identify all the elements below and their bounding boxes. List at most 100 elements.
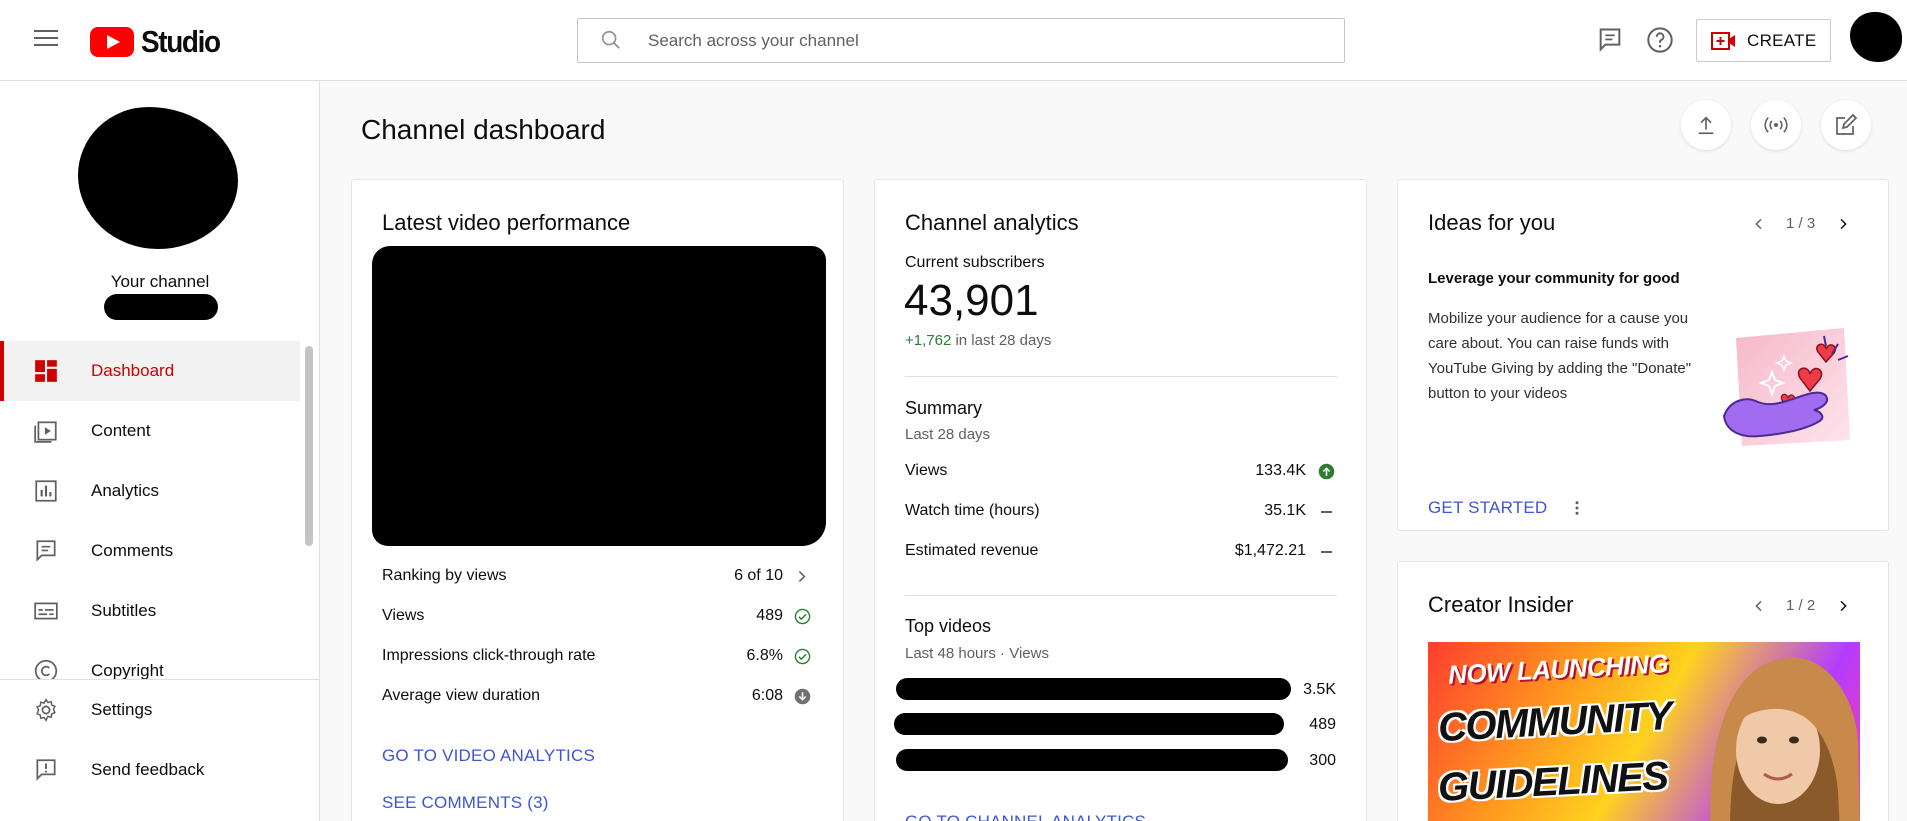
top-video-title-redacted[interactable]: [896, 678, 1291, 700]
idea-body: Mobilize your audience for a cause you c…: [1428, 310, 1692, 402]
arrow-down-circle-icon: [794, 688, 811, 705]
upload-icon: [1698, 116, 1714, 135]
top-videos-period: Last 48 hours · Views: [905, 645, 1049, 662]
upload-button[interactable]: [1681, 100, 1731, 150]
sidebar: Your channel Dashboard Content Analytics…: [0, 81, 320, 821]
summary-views-value: 133.4K: [1255, 462, 1306, 479]
sidebar-item-subtitles[interactable]: Subtitles: [0, 581, 300, 641]
arrow-up-circle-icon: [1318, 463, 1335, 480]
sidebar-item-dashboard[interactable]: Dashboard: [0, 341, 300, 401]
insider-pager: 1 / 2: [1786, 597, 1816, 614]
sidebar-item-label: Comments: [91, 541, 174, 560]
search-input[interactable]: [648, 19, 1328, 62]
top-video-views: 489: [1309, 716, 1336, 733]
youtube-play-icon: [90, 27, 134, 57]
video-thumbnail-redacted[interactable]: [372, 246, 826, 546]
chevron-left-icon[interactable]: [1751, 598, 1767, 614]
gear-icon: [36, 698, 56, 722]
analytics-icon: [35, 480, 57, 502]
edit-post-icon: [1836, 113, 1858, 135]
summary-watch-time-label: Watch time (hours): [905, 502, 1040, 519]
divider: [905, 595, 1337, 596]
subscribers-delta: +1,762 in last 28 days: [905, 332, 1051, 349]
sidebar-item-label: Dashboard: [91, 361, 175, 380]
thumbnail-text-3: GUIDELINES: [1436, 754, 1669, 810]
logo-text: Studio: [141, 24, 221, 59]
check-circle-icon: [794, 608, 811, 625]
chevron-right-icon[interactable]: [1835, 216, 1851, 232]
ctr-label: Impressions click-through rate: [382, 647, 596, 664]
more-options-icon[interactable]: [1568, 498, 1586, 518]
chevron-right-icon[interactable]: [1835, 598, 1851, 614]
ranking-label: Ranking by views: [382, 567, 507, 584]
no-change-dash-icon: [1321, 511, 1332, 513]
avg-duration-label: Average view duration: [382, 687, 541, 704]
sidebar-item-label: Analytics: [91, 481, 160, 500]
channel-label: Your channel: [110, 272, 210, 291]
summary-revenue-label: Estimated revenue: [905, 542, 1039, 559]
card-title: Ideas for you: [1428, 210, 1556, 235]
channel-avatar[interactable]: [78, 107, 238, 249]
subscribers-delta-value: +1,762: [905, 332, 952, 349]
ranking-value: 6 of 10: [734, 567, 783, 584]
subscribers-count: 43,901: [904, 276, 1039, 325]
search-icon: [601, 30, 620, 49]
messages-icon[interactable]: [1596, 26, 1624, 54]
live-broadcast-icon: [1764, 117, 1788, 133]
views-label: Views: [382, 607, 425, 624]
top-video-views: 3.5K: [1303, 681, 1336, 698]
sidebar-scrollbar[interactable]: [305, 346, 313, 546]
go-to-video-analytics-link[interactable]: GO TO VIDEO ANALYTICS: [382, 746, 595, 766]
sidebar-item-label: Content: [91, 421, 151, 440]
go-to-channel-analytics-link[interactable]: GO TO CHANNEL ANALYTICS: [905, 812, 1146, 821]
chevron-right-icon[interactable]: [793, 568, 810, 585]
creator-insider-thumbnail[interactable]: NOW LAUNCHING COMMUNITY GUIDELINES: [1428, 642, 1860, 821]
check-circle-icon: [794, 648, 811, 665]
sidebar-item-label: Send feedback: [91, 760, 205, 779]
creator-insider-card: Creator Insider 1 / 2 NOW LAUNCHING COMM…: [1397, 561, 1889, 821]
avg-duration-value: 6:08: [751, 687, 783, 704]
create-button[interactable]: CREATE: [1696, 19, 1831, 62]
sidebar-item-comments[interactable]: Comments: [0, 521, 300, 581]
subscribers-delta-period: in last 28 days: [951, 332, 1052, 349]
menu-icon[interactable]: [34, 30, 58, 48]
see-comments-link[interactable]: SEE COMMENTS (3): [382, 793, 549, 813]
feedback-icon: [36, 759, 56, 781]
ideas-pager: 1 / 3: [1786, 215, 1816, 232]
sidebar-item-send-feedback[interactable]: Send feedback: [0, 740, 300, 800]
go-live-button[interactable]: [1751, 100, 1801, 150]
views-value: 489: [756, 607, 783, 624]
card-title: Latest video performance: [382, 210, 631, 235]
sidebar-item-label: Subtitles: [91, 601, 157, 620]
sidebar-nav: Dashboard Content Analytics Comments Sub…: [0, 341, 319, 701]
create-video-icon: [1711, 31, 1735, 50]
dashboard-icon: [35, 360, 57, 382]
search-box[interactable]: [577, 18, 1345, 63]
top-video-title-redacted[interactable]: [894, 713, 1284, 735]
latest-video-card: Latest video performance Ranking by view…: [351, 179, 844, 821]
page-title: Channel dashboard: [361, 114, 606, 145]
top-videos-title: Top videos: [905, 616, 992, 636]
sidebar-item-content[interactable]: Content: [0, 401, 300, 461]
sidebar-item-analytics[interactable]: Analytics: [0, 461, 300, 521]
giving-hand-hearts-icon: [1722, 328, 1850, 446]
get-started-button[interactable]: GET STARTED: [1428, 498, 1547, 518]
divider: [905, 376, 1337, 377]
sidebar-item-label: Settings: [91, 700, 153, 719]
idea-headline: Leverage your community for good: [1428, 270, 1680, 287]
thumbnail-text-2: COMMUNITY: [1436, 693, 1673, 751]
help-icon[interactable]: [1646, 26, 1674, 54]
account-avatar[interactable]: [1850, 12, 1902, 62]
create-label: CREATE: [1747, 30, 1817, 50]
sidebar-item-label: Copyright: [91, 661, 164, 680]
chevron-left-icon[interactable]: [1751, 216, 1767, 232]
create-post-button[interactable]: [1821, 100, 1871, 150]
sidebar-bottom: Settings Send feedback: [0, 679, 319, 821]
top-video-title-redacted[interactable]: [896, 749, 1288, 771]
sidebar-item-settings[interactable]: Settings: [0, 680, 300, 740]
presenter-photo: [1709, 657, 1860, 821]
subtitles-icon: [34, 602, 58, 620]
summary-period: Last 28 days: [905, 426, 991, 443]
summary-revenue-value: $1,472.21: [1234, 542, 1306, 559]
studio-logo[interactable]: Studio: [90, 24, 228, 60]
